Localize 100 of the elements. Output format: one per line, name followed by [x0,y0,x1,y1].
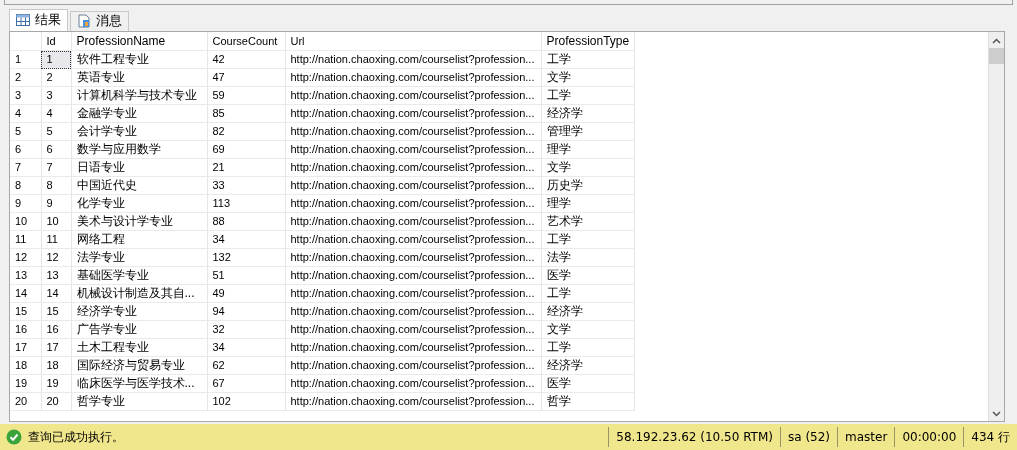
table-cell: 8 [41,177,71,195]
column-header[interactable]: ProfessionType [541,32,635,51]
table-cell: 88 [207,213,285,231]
table-cell: 5 [41,123,71,141]
check-icon [6,429,22,446]
table-cell: 文学 [541,321,635,339]
column-header[interactable]: Id [41,32,71,51]
table-cell: 经济学 [541,357,635,375]
row-number: 11 [10,231,41,249]
table-cell: 文学 [541,159,635,177]
table-cell: 62 [207,357,285,375]
table-cell: 工学 [541,87,635,105]
table-cell: 9 [41,195,71,213]
table-cell: 法学专业 [71,249,207,267]
table-cell: 软件工程专业 [71,51,207,69]
row-number: 15 [10,303,41,321]
table-cell: 文学 [541,69,635,87]
table-cell: 12 [41,249,71,267]
table-cell: 19 [41,375,71,393]
table-cell: 132 [207,249,285,267]
status-field: 434 行 [963,427,1017,448]
table-cell: 理学 [541,195,635,213]
table-cell: 基础医学专业 [71,267,207,285]
table-cell: 艺术学 [541,213,635,231]
table-cell: 51 [207,267,285,285]
table-cell: 国际经济与贸易专业 [71,357,207,375]
table-cell: 7 [41,159,71,177]
table-cell: 理学 [541,141,635,159]
table-cell: 34 [207,339,285,357]
row-number: 20 [10,393,41,411]
row-number: 16 [10,321,41,339]
table-cell: 82 [207,123,285,141]
table-cell: 49 [207,285,285,303]
scrollbar-thumb[interactable] [989,48,1004,64]
table-cell: http://nation.chaoxing.com/courselist?profession... [285,267,541,285]
table-cell: http://nation.chaoxing.com/courselist?profession... [285,357,541,375]
row-number: 10 [10,213,41,231]
table-cell: http://nation.chaoxing.com/courselist?profession... [285,177,541,195]
table-cell: 14 [41,285,71,303]
table-cell: http://nation.chaoxing.com/courselist?profession... [285,195,541,213]
table-cell: http://nation.chaoxing.com/courselist?profession... [285,393,541,411]
row-number: 17 [10,339,41,357]
vertical-scrollbar[interactable] [988,32,1004,422]
table-cell: http://nation.chaoxing.com/courselist?profession... [285,141,541,159]
table-cell: http://nation.chaoxing.com/courselist?profession... [285,231,541,249]
table-cell: http://nation.chaoxing.com/courselist?profession... [285,249,541,267]
table-cell: http://nation.chaoxing.com/courselist?profession... [285,105,541,123]
table-cell: http://nation.chaoxing.com/courselist?profession... [285,87,541,105]
status-field: 00:00:00 [894,427,964,448]
row-number: 19 [10,375,41,393]
table-cell: 医学 [541,267,635,285]
column-header[interactable]: CourseCount [207,32,285,51]
table-cell: 化学专业 [71,195,207,213]
table-cell: 哲学专业 [71,393,207,411]
table-cell: http://nation.chaoxing.com/courselist?profession... [285,339,541,357]
table-cell: 59 [207,87,285,105]
table-cell: 法学 [541,249,635,267]
table-cell: 数学与应用数学 [71,141,207,159]
table-cell: 18 [41,357,71,375]
results-tab[interactable]: 结果 [9,9,68,31]
results-tab[interactable]: 消息 [70,11,129,31]
table-cell: 16 [41,321,71,339]
table-cell: 计算机科学与技术专业 [71,87,207,105]
table-cell: 113 [207,195,285,213]
table-cell: 42 [207,51,285,69]
table-cell: 工学 [541,51,635,69]
table-cell: 10 [41,213,71,231]
scroll-down-icon[interactable] [992,411,1001,418]
table-cell: 历史学 [541,177,635,195]
row-number: 12 [10,249,41,267]
table-cell: 69 [207,141,285,159]
row-number: 8 [10,177,41,195]
table-cell: 哲学 [541,393,635,411]
table-cell: 20 [41,393,71,411]
row-number: 3 [10,87,41,105]
column-header[interactable]: Url [285,32,541,51]
row-number: 13 [10,267,41,285]
table-cell: 日语专业 [71,159,207,177]
table-cell: 11 [41,231,71,249]
table-cell: 网络工程 [71,231,207,249]
table-cell: 2 [41,69,71,87]
table-cell: 工学 [541,339,635,357]
row-number: 18 [10,357,41,375]
table-cell: 34 [207,231,285,249]
row-number: 4 [10,105,41,123]
table-cell: http://nation.chaoxing.com/courselist?profession... [285,51,541,69]
table-cell: http://nation.chaoxing.com/courselist?profession... [285,321,541,339]
table-cell: 经济学专业 [71,303,207,321]
table-cell: 17 [41,339,71,357]
table-cell: 土木工程专业 [71,339,207,357]
table-cell: 工学 [541,231,635,249]
table-cell: 32 [207,321,285,339]
status-field: master [837,427,895,448]
column-header[interactable]: ProfessionName [71,32,207,51]
table-cell: http://nation.chaoxing.com/courselist?profession... [285,303,541,321]
table-cell: 中国近代史 [71,177,207,195]
table-cell: 经济学 [541,303,635,321]
table-cell: 6 [41,141,71,159]
scroll-up-icon[interactable] [992,38,1001,44]
status-message: 查询已成功执行。 [28,428,125,446]
